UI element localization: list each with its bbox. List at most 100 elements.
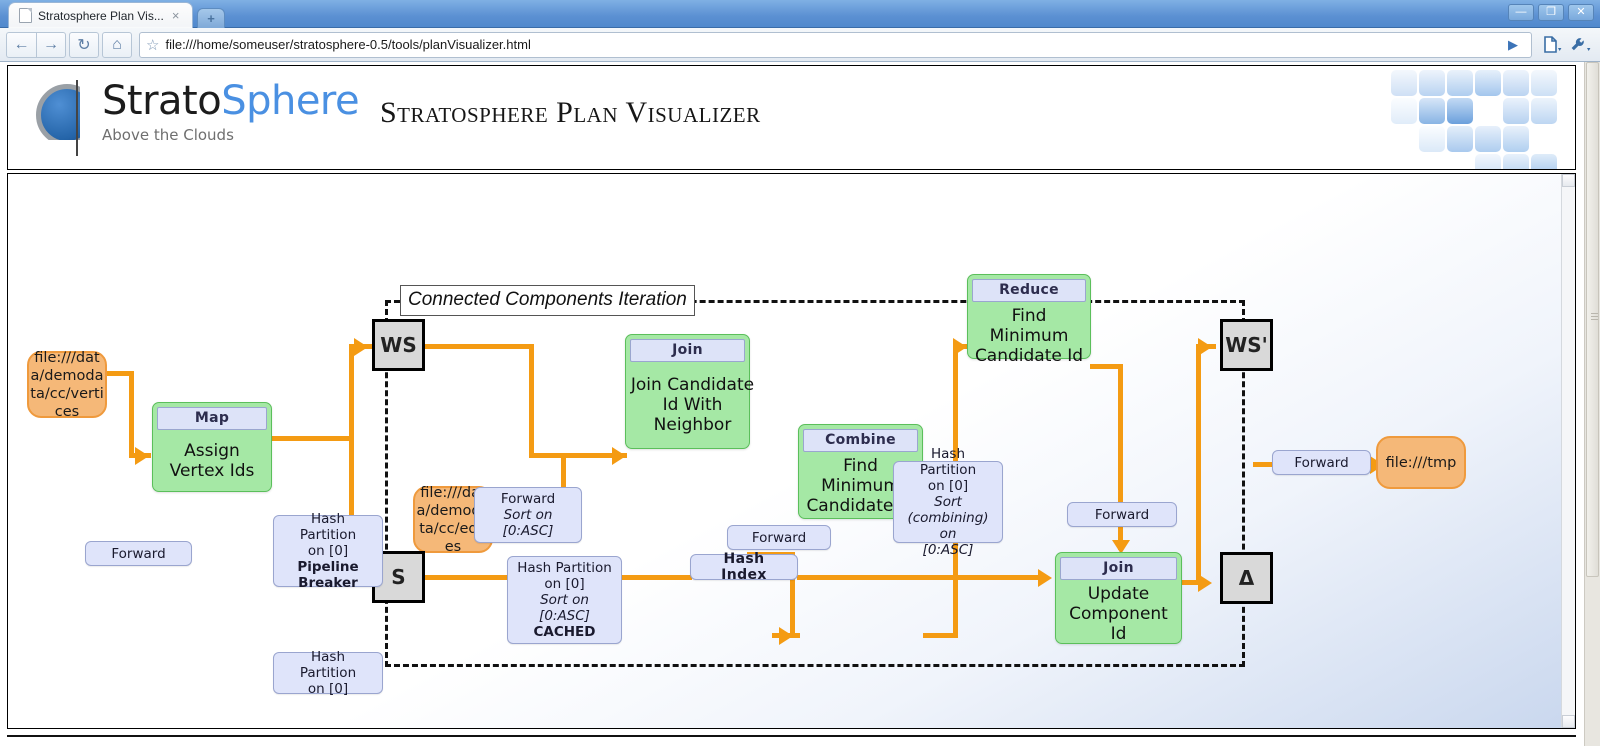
edge-label-hash-index[interactable]: Hash Index <box>690 551 798 583</box>
execution-plan-diagram: Connected Components Iteration file:///d… <box>8 174 1563 728</box>
edge-segment <box>270 436 354 441</box>
go-button[interactable]: ▶ <box>1499 37 1527 53</box>
deco-square <box>1447 98 1473 124</box>
deco-square <box>1391 98 1417 124</box>
pseudo-node-ws-prime[interactable]: WS' <box>1220 319 1273 371</box>
edge-label-line: [0:ASC] <box>502 523 554 539</box>
edge-label-line: Breaker <box>298 575 358 591</box>
edge-label-line: [0:ASC] <box>539 608 590 624</box>
operator-type-label: Join <box>1060 557 1177 580</box>
edge-label-line: Hash Partition <box>299 511 357 543</box>
back-button[interactable]: ← <box>6 31 36 58</box>
pseudo-node-ws[interactable]: WS <box>372 319 425 371</box>
properties-panel: Properties of 'file:///tmp' (Data Sink): <box>7 735 1576 746</box>
page-favicon-icon <box>19 8 32 23</box>
page-menu-icon[interactable] <box>1539 32 1565 58</box>
operator-join-update[interactable]: Join Update Component Id <box>1055 552 1182 644</box>
page-content: StratoSphere Above the Clouds Stratosphe… <box>0 62 1583 746</box>
deco-square <box>1531 70 1557 96</box>
edge-label-hash-partition-lower[interactable]: Hash Partition on [0] <box>273 649 383 697</box>
operator-join-neighbor[interactable]: Join Join Candidate Id With Neighbor <box>625 334 754 449</box>
edge-label-forward-combine[interactable]: Forward <box>727 525 831 550</box>
browser-titlebar: Stratosphere Plan Vis... × + — ❐ ✕ <box>0 0 1600 28</box>
edge-arrowhead <box>1198 574 1212 592</box>
deco-square <box>1503 70 1529 96</box>
edge-label-line: Sort <box>934 494 962 510</box>
deco-square <box>1447 70 1473 96</box>
browser-tab[interactable]: Stratosphere Plan Vis... × <box>8 2 193 28</box>
plan-canvas[interactable]: Connected Components Iteration file:///d… <box>7 173 1576 729</box>
home-button[interactable]: ⌂ <box>102 31 132 58</box>
scrollbar-grip-icon <box>1591 313 1598 320</box>
edge-label-forward-sort[interactable]: Forward Sort on [0:ASC] <box>474 487 582 543</box>
source-path-text: file:///data/demodata/cc/vertices <box>30 349 104 420</box>
app-header: StratoSphere Above the Clouds Stratosphe… <box>7 65 1576 170</box>
reload-button[interactable]: ↻ <box>69 31 99 58</box>
nav-buttons-group: ← → <box>6 31 66 58</box>
logo-text-sphere: Sphere <box>221 78 360 124</box>
edge-segment <box>1196 344 1201 582</box>
operator-name-label: Update Component Id <box>1069 584 1168 644</box>
edge-label-hash-combining[interactable]: Hash Partition on [0] Sort (combining) o… <box>893 446 1003 558</box>
edge-label-line: Hash Partition <box>299 649 357 681</box>
deco-square <box>1447 126 1473 152</box>
decorative-squares <box>1375 66 1575 169</box>
edge-label-line: [0:ASC] <box>922 542 974 558</box>
address-bar[interactable]: ☆ file:///home/someuser/stratosphere-0.5… <box>139 31 1532 58</box>
operator-reduce[interactable]: Reduce Find Minimum Candidate Id <box>967 274 1091 366</box>
edge-label-line: Forward <box>111 545 166 562</box>
edge-label-line: Forward <box>1094 506 1150 523</box>
edge-label-forward-reduce[interactable]: Forward <box>1067 502 1177 527</box>
pseudo-node-delta[interactable]: Δ <box>1220 552 1273 604</box>
edge-label-line: on [0] <box>927 478 969 494</box>
deco-square <box>1503 126 1529 152</box>
logo-tagline: Above the Clouds <box>102 126 234 144</box>
deco-square <box>1503 154 1529 169</box>
operator-type-label: Reduce <box>972 279 1086 302</box>
page-scrollbar-thumb[interactable] <box>1586 62 1599 577</box>
close-window-button[interactable]: ✕ <box>1568 4 1594 21</box>
url-text[interactable]: file:///home/someuser/stratosphere-0.5/t… <box>165 37 1499 52</box>
bookmark-star-icon[interactable]: ☆ <box>146 36 159 54</box>
data-sink-tmp[interactable]: file:///tmp <box>1376 436 1466 489</box>
edge-label-forward-source[interactable]: Forward <box>85 541 192 566</box>
new-tab-button[interactable]: + <box>197 8 225 28</box>
deco-square <box>1531 98 1557 124</box>
deco-square <box>1475 70 1501 96</box>
iteration-label: Connected Components Iteration <box>400 285 695 316</box>
edge-label-line: Forward <box>1294 454 1349 471</box>
edge-label-line: on [0] <box>544 576 585 592</box>
edge-segment <box>797 575 1047 580</box>
edge-segment <box>424 344 534 349</box>
minimize-button[interactable]: — <box>1508 4 1534 21</box>
deco-square <box>1391 70 1417 96</box>
forward-button[interactable]: → <box>36 31 66 58</box>
edge-label-hash-cached[interactable]: Hash Partition on [0] Sort on [0:ASC] CA… <box>507 556 622 644</box>
wrench-menu-icon[interactable] <box>1568 32 1594 58</box>
edge-label-forward-sink[interactable]: Forward <box>1272 450 1371 475</box>
edge-arrowhead <box>612 447 626 465</box>
data-source-vertices[interactable]: file:///data/demodata/cc/vertices <box>27 349 107 420</box>
page-scrollbar[interactable] <box>1584 62 1600 746</box>
operator-type-label: Join <box>630 339 745 362</box>
browser-toolbar: ← → ↻ ⌂ ☆ file:///home/someuser/stratosp… <box>0 28 1600 62</box>
operator-name-label: Assign Vertex Ids <box>169 440 255 481</box>
tab-strip: Stratosphere Plan Vis... × + <box>8 2 225 28</box>
deco-square <box>1475 154 1501 169</box>
canvas-scroll-down-button[interactable] <box>1562 715 1575 728</box>
edge-arrowhead <box>1038 569 1052 587</box>
close-tab-icon[interactable]: × <box>172 9 180 22</box>
canvas-scroll-up-button[interactable] <box>1562 174 1575 187</box>
browser-window: Stratosphere Plan Vis... × + — ❐ ✕ ← → ↻… <box>0 0 1600 746</box>
logo-circle-icon <box>28 80 80 140</box>
canvas-scrollbar[interactable] <box>1561 174 1575 728</box>
maximize-button[interactable]: ❐ <box>1538 4 1564 21</box>
edge-label-line: on [0] <box>307 543 349 559</box>
sink-path-text: file:///tmp <box>1385 454 1457 471</box>
operator-map[interactable]: Map Assign Vertex Ids <box>152 402 272 492</box>
deco-square <box>1419 70 1445 96</box>
edge-segment <box>529 344 534 457</box>
edge-label-hash-pipeline-breaker[interactable]: Hash Partition on [0] Pipeline Breaker <box>273 511 383 591</box>
edge-label-line: Sort on <box>503 507 553 523</box>
edge-label-line: Forward <box>500 491 556 507</box>
